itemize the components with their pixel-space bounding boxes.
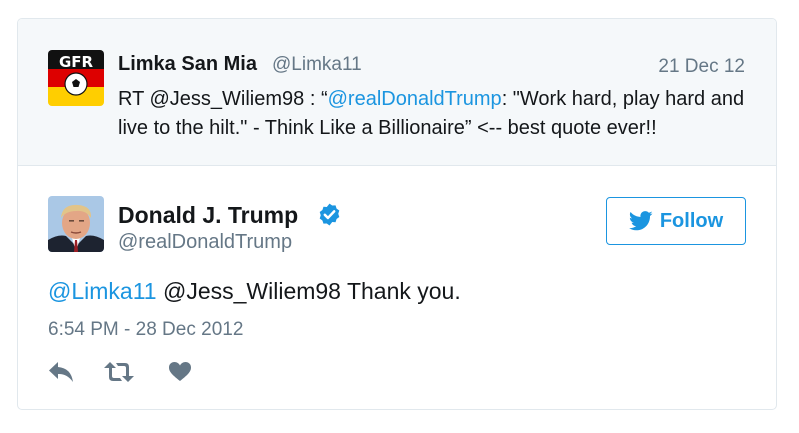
verified-badge-icon	[319, 203, 340, 226]
follow-label: Follow	[659, 209, 724, 232]
like-icon	[169, 362, 191, 381]
mention-link[interactable]: @realDonaldTrump	[328, 88, 502, 110]
parent-tweet-text: RT @Jess_Wiliem98 : “@realDonaldTrump: "…	[118, 85, 758, 143]
parent-text-prefix: RT @Jess_Wiliem98 : “	[118, 88, 328, 110]
like-button[interactable]	[169, 358, 191, 386]
parent-tweet[interactable]: GFR Limka San Mia @Limka11 21 Dec 12 RT …	[18, 19, 776, 166]
reply-icon	[49, 362, 73, 382]
author-name[interactable]: Donald J. Trump	[118, 202, 298, 229]
author-handle[interactable]: @realDonaldTrump	[118, 231, 292, 254]
author-avatar[interactable]	[48, 196, 104, 252]
tweet-text-rest: @Jess_Wiliem98 Thank you.	[156, 278, 461, 304]
parent-author-name[interactable]: Limka San Mia	[118, 53, 257, 76]
gfr-logo-icon: GFR	[48, 50, 104, 106]
bird-icon	[628, 211, 653, 231]
parent-avatar[interactable]: GFR	[48, 50, 104, 106]
retweet-icon	[104, 362, 134, 382]
embedded-tweet-card: GFR Limka San Mia @Limka11 21 Dec 12 RT …	[17, 18, 777, 410]
parent-date[interactable]: 21 Dec 12	[658, 56, 745, 78]
reply-button[interactable]	[48, 358, 74, 386]
parent-author-handle[interactable]: @Limka11	[272, 54, 362, 76]
tweet-text: @Limka11 @Jess_Wiliem98 Thank you.	[48, 278, 461, 305]
tweet-timestamp[interactable]: 6:54 PM - 28 Dec 2012	[48, 319, 243, 341]
avatar-label: GFR	[59, 53, 94, 71]
retweet-button[interactable]	[104, 358, 134, 386]
follow-button[interactable]: Follow	[606, 197, 746, 245]
avatar-image	[48, 196, 104, 252]
mention-link[interactable]: @Limka11	[48, 278, 157, 304]
